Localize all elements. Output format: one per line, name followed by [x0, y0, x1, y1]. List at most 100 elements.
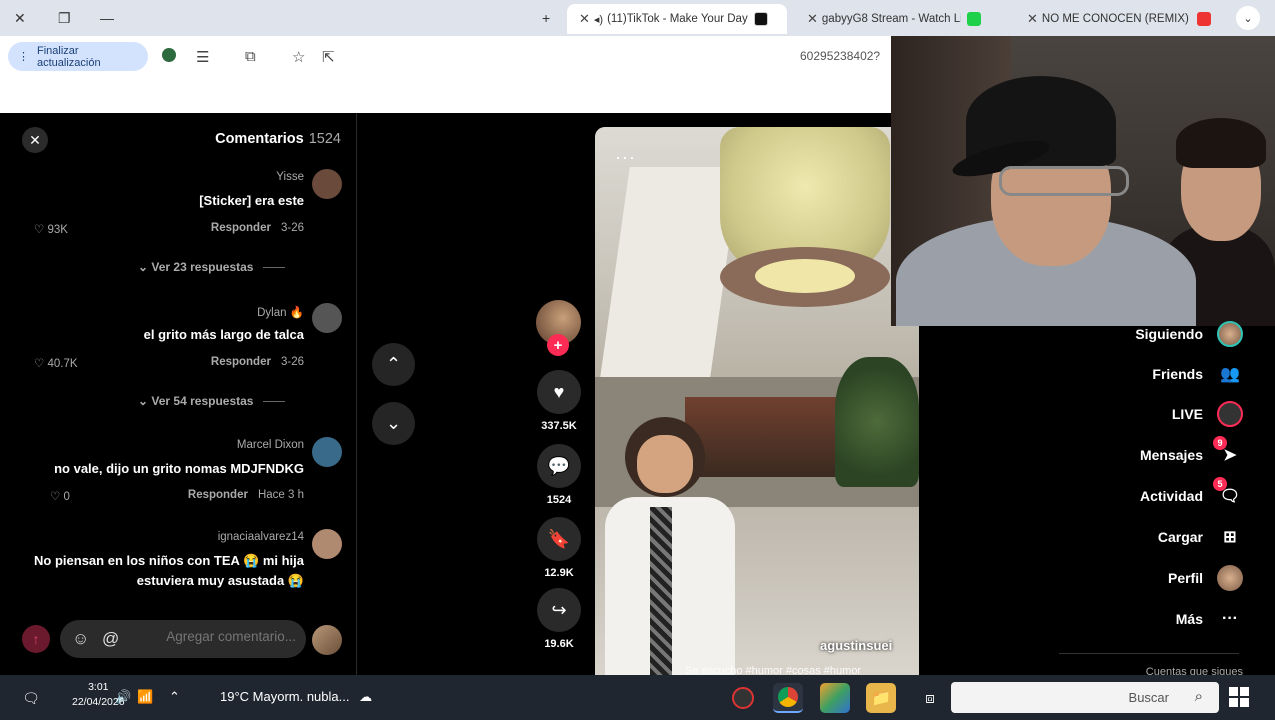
avatar[interactable] [312, 169, 342, 199]
comment-username[interactable]: Yisse [276, 171, 304, 183]
restore-window-icon[interactable]: ❐ [58, 10, 71, 27]
follow-button[interactable]: + [547, 334, 569, 356]
address-toolbar: ⋮ Finalizar actualización ☰ ⧉ ☆ ⇱ 602952… [0, 36, 891, 78]
previous-video-button[interactable]: ⌃ [372, 343, 415, 386]
minimize-window-icon[interactable]: — [100, 10, 114, 26]
avatar[interactable] [312, 303, 342, 333]
reply-button[interactable]: Responder [211, 356, 271, 368]
taskbar: Buscar ⌕ ⧈ 📁 19°C Mayorm. nubla... ☁ 🔊📶 … [0, 675, 1275, 720]
cloud-icon: ☁ [359, 689, 373, 704]
friends-icon: 👥 [1220, 366, 1240, 383]
avatar[interactable] [312, 437, 342, 467]
emoji-icon[interactable]: ☺ [72, 629, 89, 649]
close-tab-icon[interactable]: ✕ [579, 11, 590, 27]
view-replies-button[interactable]: ⌄ Ver 23 respuestas [138, 260, 286, 274]
comment-like-count: 0 [63, 491, 70, 503]
sidebar-item-label: Actividad [1139, 488, 1203, 504]
chevron-down-icon: ⌄ [385, 413, 402, 433]
install-app-icon[interactable]: ⇱ [322, 48, 335, 66]
reading-list-icon[interactable]: ☰ [196, 48, 209, 66]
comment-date: 3-26 [280, 356, 304, 368]
chevron-down-icon: ⌄ [138, 394, 149, 408]
new-tab-icon[interactable]: + [542, 10, 550, 26]
like-button[interactable]: ♥ [537, 370, 581, 414]
sidebar-item-perfil[interactable]: Perfil [1168, 565, 1243, 591]
video-frame [755, 259, 855, 293]
weather-widget[interactable]: 19°C Mayorm. nubla... ☁ [220, 689, 372, 705]
sidebar-item-live[interactable]: LIVE [1172, 401, 1243, 427]
comment-meta: Responder 3-26 [211, 222, 304, 234]
video-author[interactable]: agustinsuei [820, 638, 892, 653]
task-view-icon[interactable]: ⧈ [915, 683, 945, 713]
taskbar-clock[interactable]: 3:01 22/04/2026 [72, 680, 125, 710]
system-tray-icons[interactable]: 🔊📶 ⌃ [115, 689, 186, 705]
sidebar-item-cargar[interactable]: Cargar ⊞ [1158, 524, 1243, 550]
comment-username[interactable]: ignaciaalvarez14 [218, 531, 304, 543]
tab-search-chevron-icon[interactable]: ⌄ [1236, 6, 1260, 30]
share-action: ↪ 19.6K [536, 588, 582, 650]
update-button[interactable]: ⋮ Finalizar actualización [8, 42, 148, 71]
tab-youtube[interactable]: ✕ NO ME CONOCEN (REMIX) - B [1015, 4, 1225, 34]
notifications-icon[interactable]: 🗨 [16, 683, 46, 713]
sidebar-item-actividad[interactable]: Actividad 🗨 5 [1139, 477, 1243, 509]
comment-username[interactable]: Marcel Dixon [237, 439, 304, 451]
next-video-button[interactable]: ⌄ [372, 402, 415, 445]
sidebar-item-siguiendo[interactable]: Siguiendo [1135, 321, 1243, 347]
url-text[interactable]: 60295238402? [800, 49, 880, 63]
send-comment-button[interactable]: ↑ [22, 625, 50, 653]
comment-like-button[interactable]: ♡ 40.7K [34, 356, 78, 370]
bookmark-star-icon[interactable]: ☆ [292, 48, 305, 66]
comment-like-button[interactable]: ♡ 0 [50, 489, 70, 503]
start-button[interactable] [1229, 687, 1249, 707]
sidebar-item-mensajes[interactable]: Mensajes ➤ 9 [1140, 436, 1243, 468]
comment-button[interactable]: 💬 [537, 444, 581, 488]
extensions-icon[interactable]: ⧉ [245, 48, 256, 65]
sidebar-item-friends[interactable]: Friends 👥 [1152, 361, 1243, 387]
sidebar-item-mas[interactable]: Más ··· [1176, 606, 1243, 632]
comment-like-button[interactable]: ♡ 93K [34, 222, 68, 236]
profile-icon [1217, 565, 1243, 591]
taskbar-search[interactable]: Buscar ⌕ [951, 682, 1219, 713]
view-replies-button[interactable]: ⌄ Ver 54 respuestas [138, 394, 286, 408]
profile-avatar-icon[interactable] [162, 48, 176, 62]
view-replies-label: Ver 54 respuestas [151, 394, 254, 408]
video-more-options-button[interactable]: ··· [615, 147, 636, 168]
comment-like-count: 40.7K [47, 358, 78, 370]
chrome-icon[interactable] [773, 683, 803, 713]
reply-button[interactable]: Responder [211, 222, 271, 234]
close-tab-icon[interactable]: ✕ [1027, 11, 1038, 27]
obs-icon[interactable] [728, 683, 758, 713]
youtube-favicon-icon [1197, 12, 1211, 26]
audio-icon[interactable]: ◂) [594, 13, 603, 26]
comment-input[interactable] [146, 629, 296, 644]
close-window-icon[interactable]: ✕ [14, 10, 26, 27]
file-explorer-icon[interactable]: 📁 [866, 683, 896, 713]
activity-icon: 🗨 5 [1213, 477, 1243, 509]
comment-username[interactable]: Dylan 🔥 [257, 305, 304, 319]
save-button[interactable]: 🔖 [537, 517, 581, 561]
app-icon[interactable] [820, 683, 850, 713]
comment-bubble-icon: 💬 [547, 455, 571, 476]
comment-input-box[interactable]: ☺ @ [60, 620, 306, 658]
close-tab-icon[interactable]: ✕ [807, 11, 818, 27]
tab-stream[interactable]: ✕ gabyyG8 Stream - Watch Live [795, 4, 995, 34]
comments-count: 1524 [308, 131, 341, 147]
sidebar-item-label: Cargar [1157, 529, 1203, 545]
mention-icon[interactable]: @ [102, 629, 119, 649]
comment-action: 💬 1524 [536, 444, 582, 506]
kick-favicon-icon [967, 12, 981, 26]
reply-button[interactable]: Responder [188, 489, 248, 501]
search-placeholder: Buscar [1128, 690, 1169, 705]
tab-tiktok[interactable]: ✕ ◂) (11)TikTok - Make Your Day [567, 4, 787, 34]
bookmark-icon: 🔖 [547, 528, 571, 549]
browser-tab-bar: ✕ ❐ — + ✕ ◂) (11)TikTok - Make Your Day … [0, 0, 1275, 36]
video-player[interactable]: ··· agustinsuei Se escucho #humor #cosas… [595, 127, 919, 675]
messages-icon: ➤ 9 [1213, 436, 1243, 468]
close-comments-button[interactable]: ✕ [22, 127, 48, 153]
share-icon: ↪ [551, 599, 567, 620]
share-button[interactable]: ↪ [537, 588, 581, 632]
avatar[interactable] [312, 529, 342, 559]
comments-title-text: Comentarios [215, 131, 304, 147]
upload-icon: ⊞ [1223, 529, 1237, 546]
share-count: 19.6K [544, 638, 574, 650]
